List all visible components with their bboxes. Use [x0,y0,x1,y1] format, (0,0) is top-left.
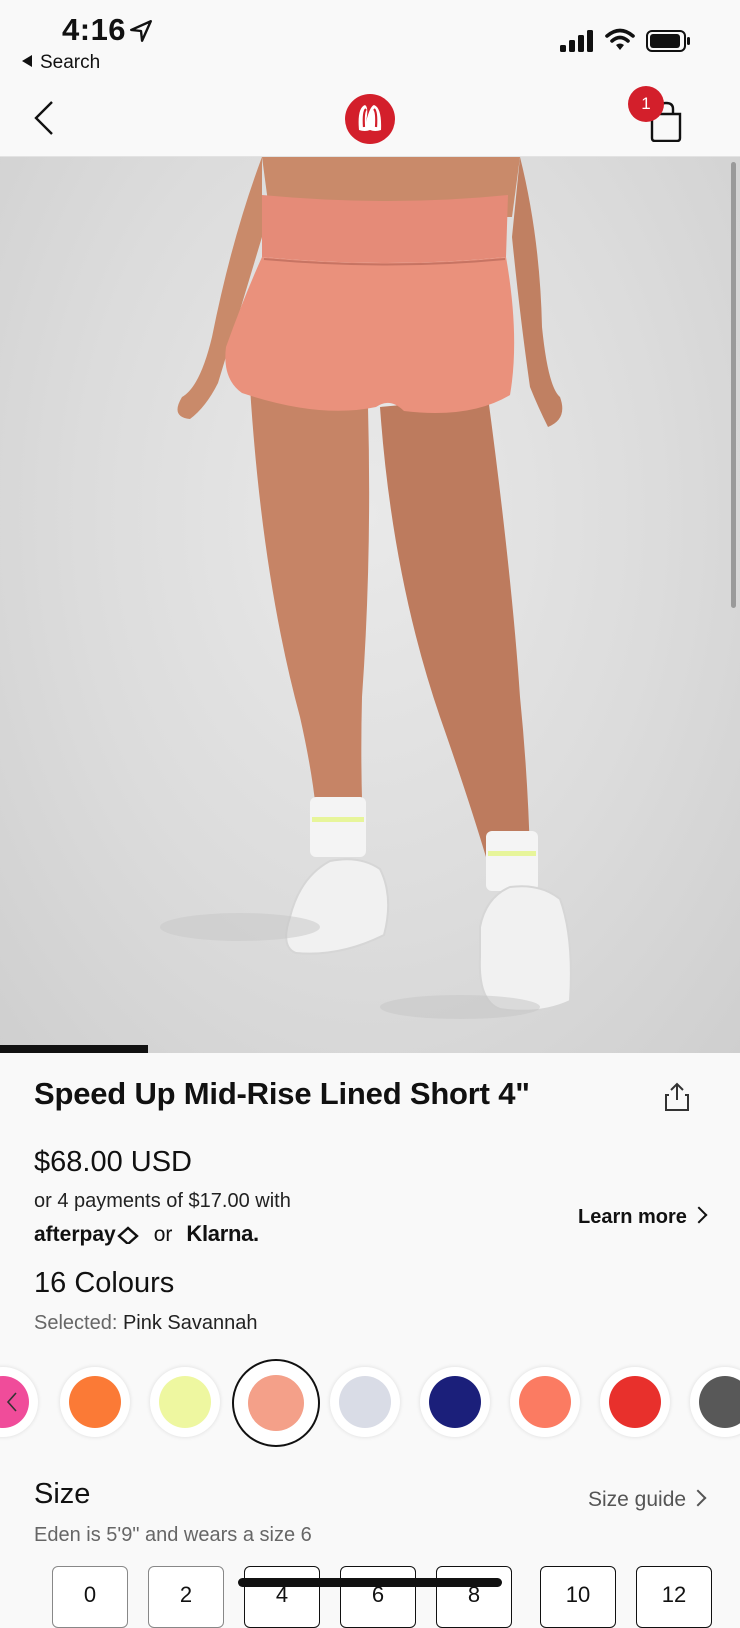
back-app-label: Search [40,52,101,73]
product-title: Speed Up Mid-Rise Lined Short 4" [34,1076,530,1111]
back-triangle-icon [22,55,32,67]
or-text: or [153,1223,173,1246]
size-option-unavailable[interactable]: 0 [52,1566,128,1628]
swatch-colour [339,1376,391,1428]
size-label: 0 [83,1582,97,1607]
colour-swatch-selected[interactable] [232,1359,320,1447]
colour-swatch[interactable] [330,1367,400,1437]
size-option[interactable]: 8 [436,1566,512,1628]
size-option[interactable]: 6 [340,1566,416,1628]
chevron-left-icon[interactable] [6,1391,18,1413]
klarna-logo: Klarna. [186,1221,259,1246]
swatch-colour [159,1376,211,1428]
size-heading: Size [34,1478,91,1510]
size-label: 12 [661,1582,687,1607]
lululemon-logo[interactable] [345,94,395,144]
chevron-right-icon [690,1206,708,1224]
size-option[interactable]: 10 [540,1566,616,1628]
size-guide-label: Size guide [588,1488,687,1511]
chevron-left-icon[interactable] [30,98,60,138]
size-option[interactable]: 12 [636,1566,712,1628]
selected-colour: Selected: Pink Savannah [34,1312,258,1335]
product-price: $68.00 USD [34,1146,192,1178]
cart-count-badge: 1 [628,86,664,122]
colour-swatch[interactable] [60,1367,130,1437]
installment-text: or 4 payments of $17.00 with [34,1190,291,1212]
colours-heading: 16 Colours [34,1267,175,1299]
status-bar: 4:16 Search [0,0,740,80]
share-icon[interactable] [664,1082,690,1112]
chevron-right-icon [689,1489,707,1507]
swatch-colour [699,1376,740,1428]
swatch-colour [519,1376,571,1428]
learn-more-label: Learn more [578,1206,687,1228]
clock: 4:16 [62,12,127,47]
size-option-unavailable[interactable]: 2 [148,1566,224,1628]
colour-swatch[interactable] [600,1367,670,1437]
swatch-colour [69,1376,121,1428]
colour-swatch-row [0,1357,740,1447]
product-image[interactable] [0,157,740,1053]
learn-more-link[interactable]: Learn more [578,1206,708,1229]
location-arrow-icon [130,20,152,42]
swatch-colour [248,1375,304,1431]
payment-providers: afterpay or Klarna. [34,1221,259,1247]
battery-icon [646,30,690,52]
selected-colour-value: Pink Savannah [122,1312,258,1334]
colour-swatch[interactable] [420,1367,490,1437]
model-size-note: Eden is 5'9" and wears a size 6 [34,1524,312,1546]
selected-label: Selected: [34,1312,118,1334]
vertical-scrollbar[interactable] [731,162,736,608]
image-carousel-progress [0,1045,148,1053]
wifi-icon [605,28,635,50]
home-indicator[interactable] [238,1578,502,1587]
size-option[interactable]: 4 [244,1566,320,1628]
swatch-colour [609,1376,661,1428]
back-to-app-link[interactable]: Search [22,52,100,74]
swatch-colour [429,1376,481,1428]
colour-swatch[interactable] [510,1367,580,1437]
afterpay-arrows-icon [116,1226,139,1246]
model-wearing-shorts-image [160,157,572,1019]
afterpay-logo: afterpay [34,1223,116,1246]
size-guide-link[interactable]: Size guide [588,1488,707,1512]
cell-signal-icon [560,30,593,52]
nav-bar: 1 [0,80,740,157]
colour-swatch[interactable] [150,1367,220,1437]
colour-swatch[interactable] [690,1367,740,1437]
size-label: 2 [179,1582,193,1607]
size-label: 10 [565,1582,591,1607]
